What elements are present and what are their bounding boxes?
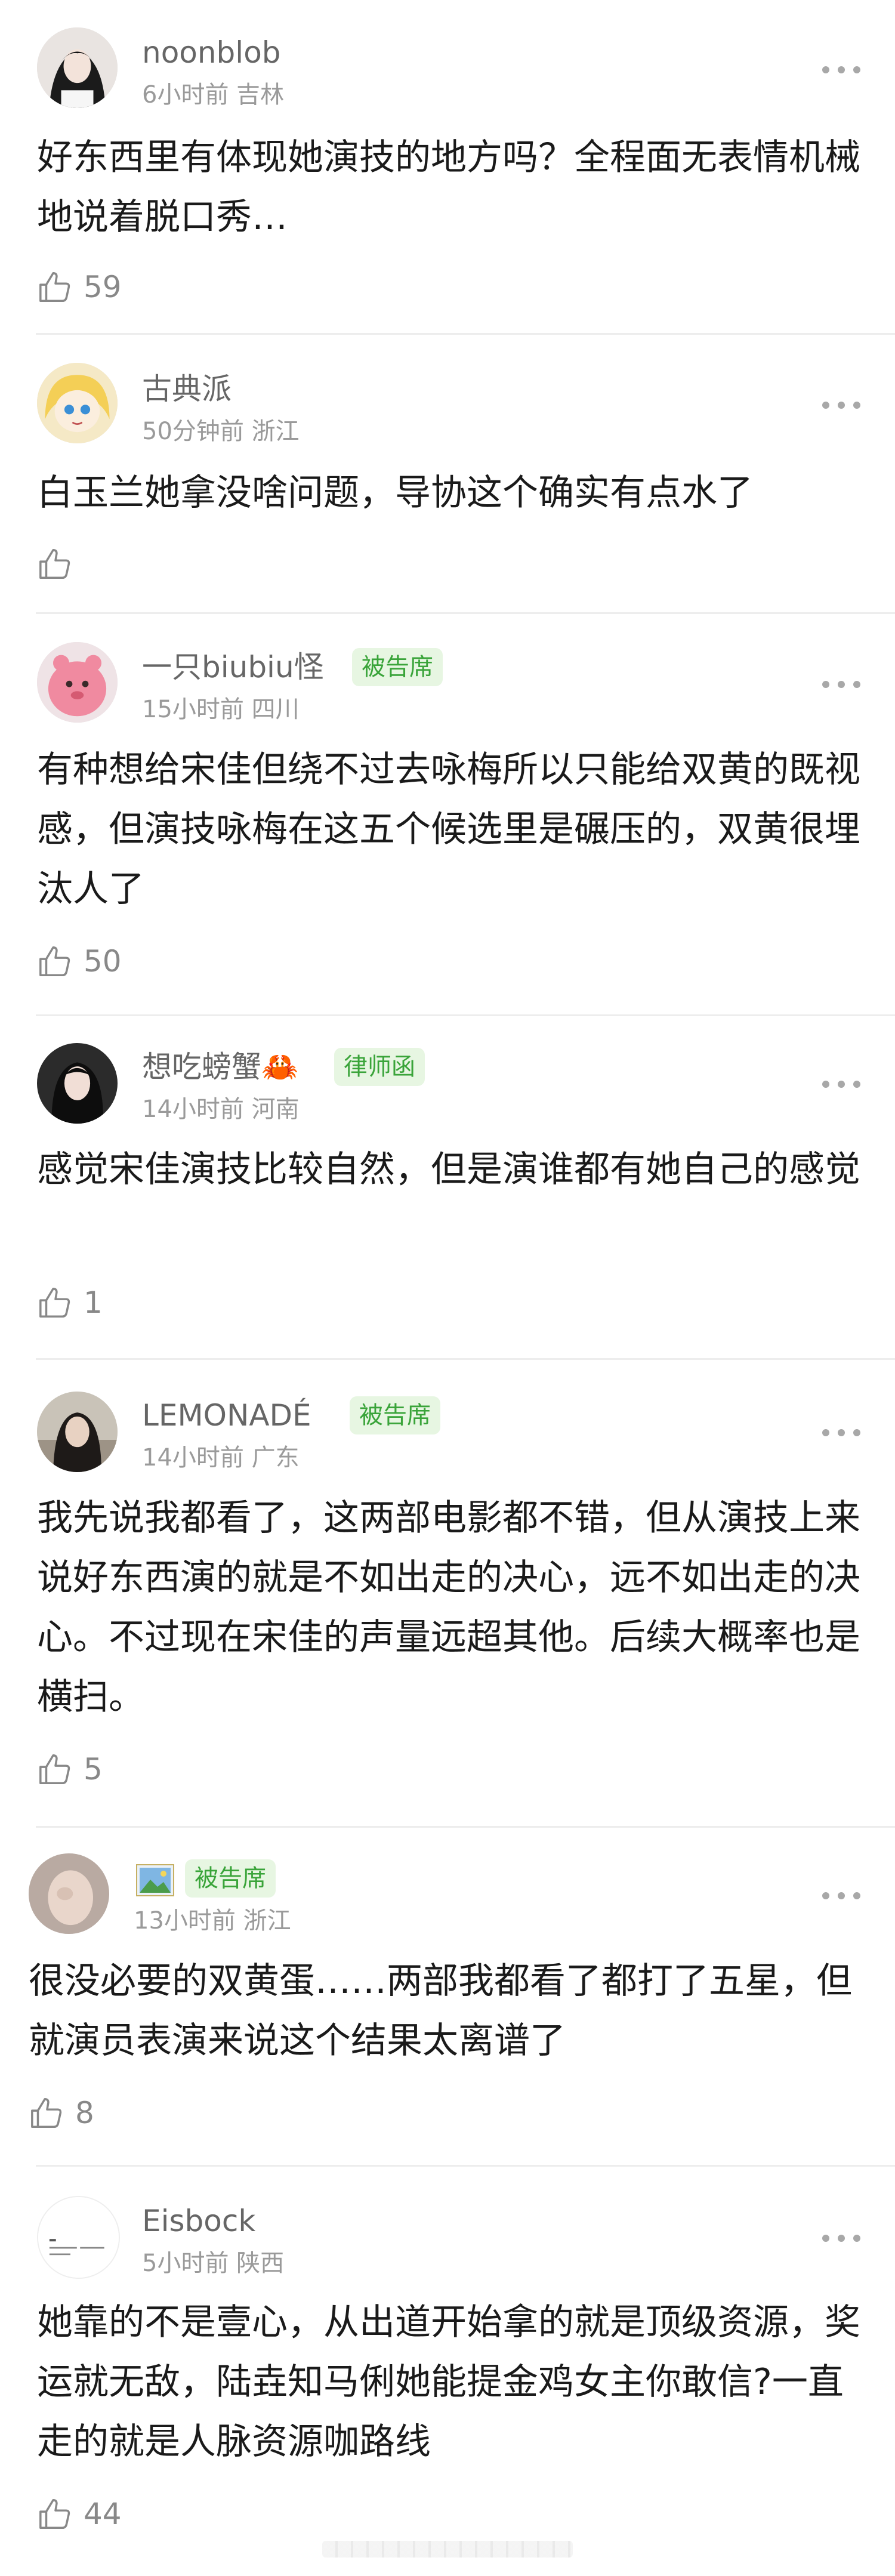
divider [36,1358,895,1360]
more-options-icon[interactable] [822,399,864,411]
comment-text: 感觉宋佳演技比较自然，但是演谁都有她自己的感觉 [37,1149,860,1190]
picture-icon [136,1864,174,1896]
avatar-image-icon [37,363,118,443]
like-button[interactable]: 8 [29,2092,94,2134]
username[interactable]: 古典派 [142,371,232,407]
avatar[interactable] [37,642,118,723]
more-options-icon[interactable] [822,1426,864,1438]
comment-text: 很没必要的双黄蛋……两部我都看了都打了五星，但就演员表演来说这个结果太离谱了 [29,1960,852,2062]
avatar-image-icon [37,642,118,723]
username[interactable]: Eisbock [142,2203,255,2239]
user-badge: 被告席 [185,1859,276,1898]
avatar-image-icon [37,1392,118,1472]
like-button[interactable] [37,543,84,585]
divider [36,1014,895,1016]
avatar-image-icon [37,27,118,108]
avatar[interactable] [29,1853,109,1934]
user-badge: 律师函 [334,1048,425,1086]
comment-meta: 6小时前 吉林 [142,81,285,109]
like-count: 44 [84,2497,122,2531]
more-options-icon[interactable] [822,678,864,690]
like-count: 8 [75,2096,94,2130]
more-options-icon[interactable] [822,1078,864,1090]
comment-text: 好东西里有体现她演技的地方吗？全程面无表情机械地说着脱口秀… [37,137,860,238]
comment-meta: 14小时前 广东 [142,1444,300,1471]
more-options-icon[interactable] [822,2232,864,2244]
username[interactable]: 一只biubiu怪 [142,649,324,685]
like-count: 50 [84,944,122,979]
like-count: 5 [84,1752,103,1787]
avatar-image-icon [37,1043,118,1124]
thumbs-up-icon [39,1288,70,1318]
avatar[interactable] [37,2196,120,2279]
avatar[interactable] [37,363,118,443]
comment-meta: 5小时前 陕西 [142,2250,285,2277]
user-badge: 被告席 [350,1396,440,1434]
comment-meta: 13小时前 浙江 [134,1907,291,1935]
thumbs-up-icon [39,946,70,976]
thumbs-up-icon [39,2499,70,2529]
comment-meta: 50分钟前 浙江 [142,418,300,445]
username[interactable]: noonblob [142,35,281,70]
divider [36,1826,895,1828]
divider [36,2165,895,2167]
thumbs-up-icon [39,1754,70,1784]
thumbs-up-icon [39,272,70,302]
more-options-icon[interactable] [822,63,864,75]
like-button[interactable]: 59 [37,266,122,308]
like-count: 59 [84,270,122,304]
like-button[interactable]: 5 [37,1748,103,1790]
like-button[interactable]: 44 [37,2493,122,2535]
user-badge: 被告席 [352,648,443,686]
avatar-image-icon [38,2197,119,2278]
comment-meta: 14小时前 河南 [142,1096,300,1123]
comment-text: 我先说我都看了，这两部电影都不错，但从演技上来说好东西演的就是不如出走的决心，远… [37,1497,860,1718]
comment-text: 她靠的不是壹心，从出道开始拿的就是顶级资源，奖运就无敌，陆垚知马俐她能提金鸡女主… [37,2302,860,2463]
avatar[interactable] [37,27,118,108]
username[interactable]: LEMONADÉ [142,1397,311,1433]
divider [36,612,895,614]
like-button[interactable]: 50 [37,940,122,982]
like-button[interactable]: 1 [37,1282,103,1324]
avatar-image-icon [29,1853,109,1934]
comment-meta: 15小时前 四川 [142,696,300,723]
avatar[interactable] [37,1392,118,1472]
more-options-icon[interactable] [822,1889,864,1901]
comment-text: 有种想给宋佳但绕不过去咏梅所以只能给双黄的既视感，但演技咏梅在这五个候选里是碾压… [37,749,860,910]
like-count: 1 [84,1285,103,1320]
avatar[interactable] [37,1043,118,1124]
faded-bottom-strip [322,2541,573,2558]
thumbs-up-icon [31,2098,62,2128]
thumbs-up-icon [39,549,70,579]
divider [36,333,895,335]
comment-text: 白玉兰她拿没啥问题，导协这个确实有点水了 [37,472,753,514]
username[interactable]: 想吃螃蟹🦀 [142,1049,298,1085]
